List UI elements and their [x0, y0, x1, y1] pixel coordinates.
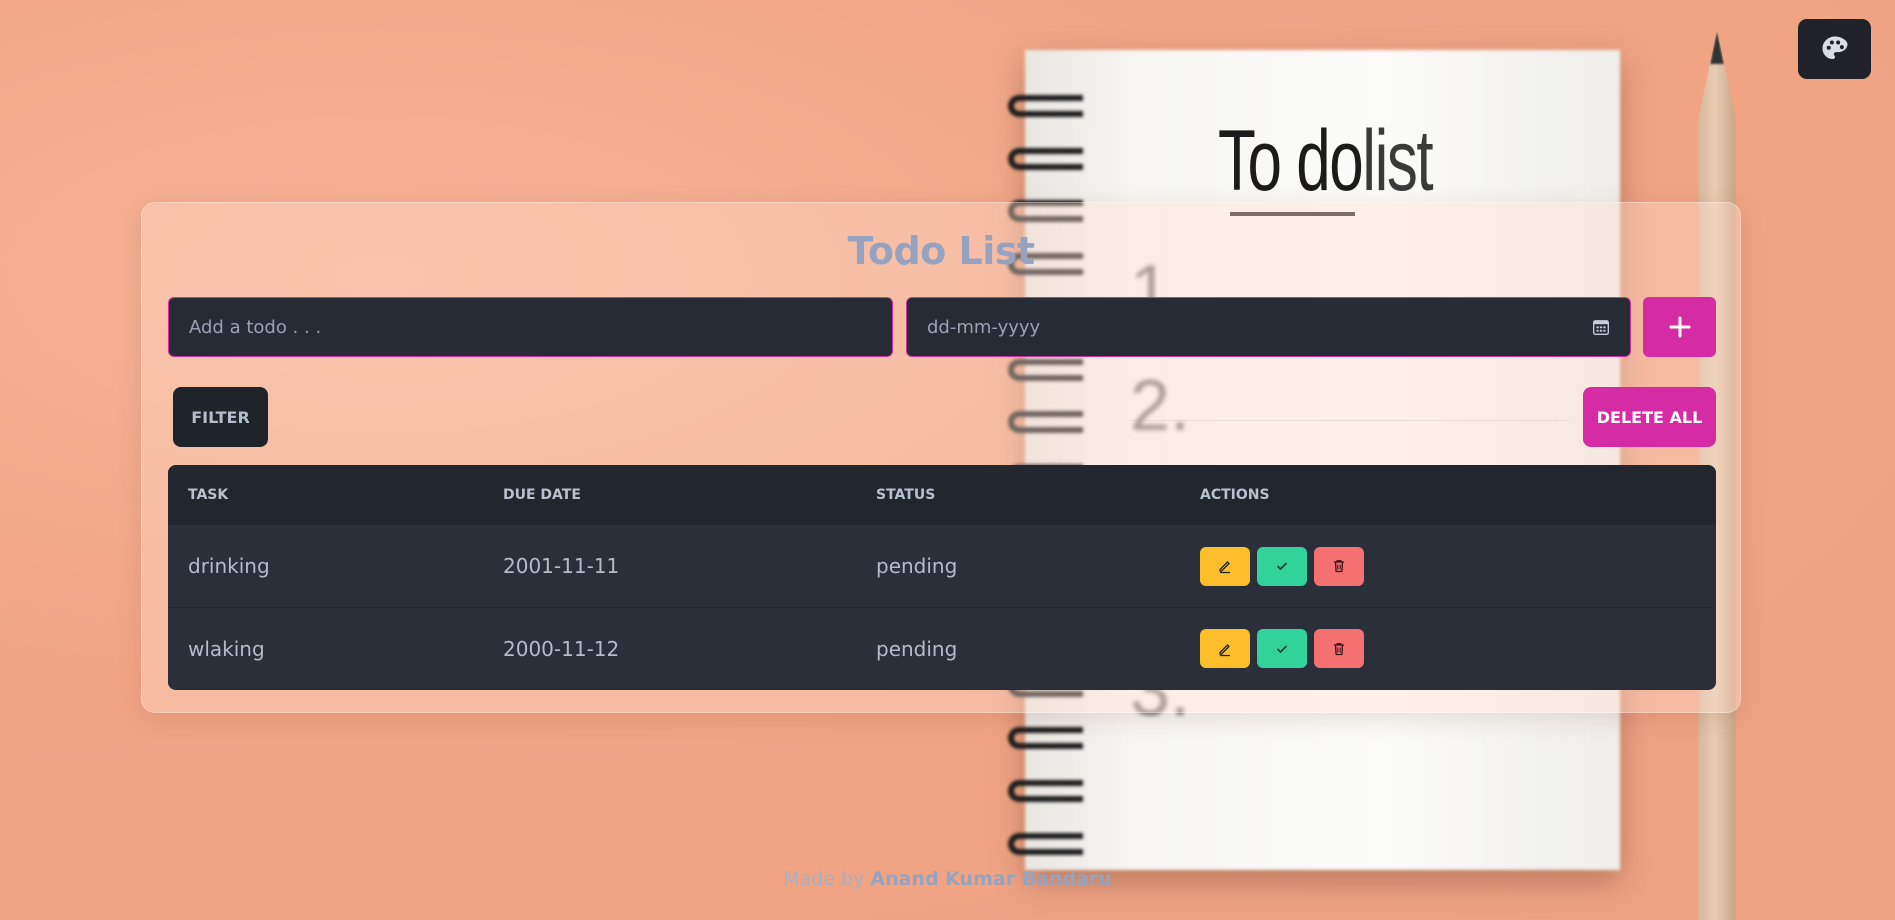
palette-icon	[1822, 36, 1847, 59]
check-icon	[1277, 645, 1287, 653]
task-cell: wlaking	[188, 636, 265, 661]
complete-button[interactable]	[1257, 546, 1307, 586]
footer-author-link[interactable]: Anand Kumar Bandaru	[870, 868, 1111, 890]
actions-cell	[1200, 525, 1364, 607]
column-header-due-date: DUE DATE	[503, 487, 581, 503]
due-date-placeholder: dd-mm-yyyy	[927, 316, 1041, 338]
filter-button[interactable]: FILTER	[173, 387, 268, 447]
plus-icon	[1669, 316, 1690, 338]
pencil-icon	[1219, 643, 1230, 656]
actions-cell	[1200, 608, 1364, 689]
edit-button[interactable]	[1200, 546, 1250, 586]
column-header-status: STATUS	[876, 487, 936, 503]
table-header: TASK DUE DATE STATUS ACTIONS	[168, 465, 1716, 525]
theme-toggle-button[interactable]	[1798, 19, 1871, 79]
delete-all-button[interactable]: DELETE ALL	[1583, 387, 1716, 447]
pencil-icon	[1219, 561, 1230, 574]
status-cell: pending	[876, 636, 958, 661]
background-heading: To dolist	[1218, 113, 1434, 209]
due-date-input[interactable]: dd-mm-yyyy	[906, 297, 1631, 357]
due-date-cell: 2001-11-11	[503, 554, 620, 578]
table-row: drinking 2001-11-11 pending	[168, 525, 1716, 607]
column-header-task: TASK	[188, 487, 229, 503]
due-date-cell: 2000-11-12	[503, 636, 620, 661]
add-todo-button[interactable]	[1643, 297, 1716, 357]
status-cell: pending	[876, 554, 958, 578]
delete-button[interactable]	[1314, 546, 1364, 586]
footer-prefix: Made by	[783, 868, 865, 890]
trash-icon	[1334, 642, 1344, 655]
delete-button[interactable]	[1314, 629, 1364, 668]
edit-button[interactable]	[1200, 629, 1250, 668]
footer-credit: Made by Anand Kumar Bandaru	[0, 868, 1895, 890]
page-title: Todo List	[847, 229, 1035, 273]
todo-table: TASK DUE DATE STATUS ACTIONS drinking 20…	[168, 465, 1716, 690]
todo-card: Todo List dd-mm-yyyy FILTER DELETE ALL T…	[141, 202, 1741, 713]
task-cell: drinking	[188, 554, 270, 578]
check-icon	[1277, 562, 1287, 570]
trash-icon	[1334, 560, 1344, 573]
todo-input[interactable]	[168, 297, 893, 357]
complete-button[interactable]	[1257, 629, 1307, 668]
calendar-icon[interactable]	[1592, 318, 1610, 336]
table-row: wlaking 2000-11-12 pending	[168, 607, 1716, 689]
column-header-actions: ACTIONS	[1200, 487, 1270, 503]
